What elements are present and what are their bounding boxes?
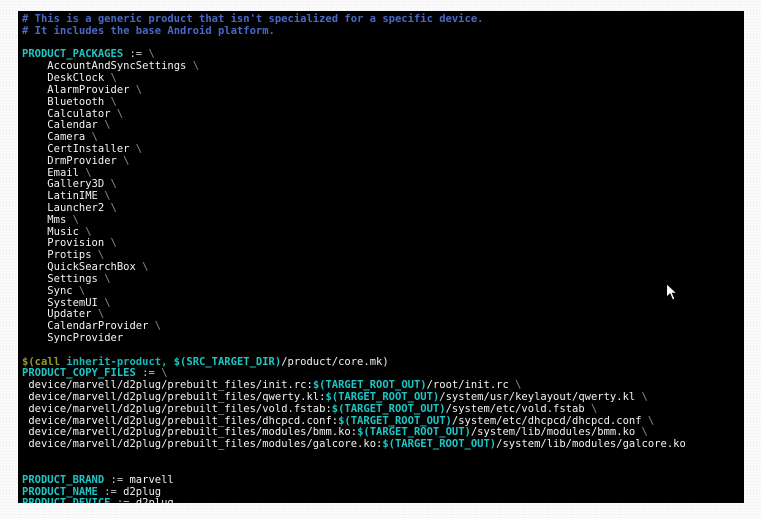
package-item: SyncProvider (47, 331, 124, 344)
package-item: AlarmProvider \ (47, 83, 143, 96)
package-item: LatinIME \ (47, 190, 111, 203)
package-item: Calendar \ (47, 119, 111, 132)
package-item: Gallery3D \ (47, 178, 117, 191)
package-item: CertInstaller \ (47, 142, 143, 155)
package-item: Settings \ (47, 272, 111, 285)
package-item: CalendarProvider \ (47, 320, 162, 333)
package-item: SystemUI \ (47, 296, 111, 309)
package-item: AccountAndSyncSettings \ (47, 60, 200, 73)
package-item: Bluetooth \ (47, 95, 117, 108)
product-property-line: PRODUCT_DEVICE := d2plug (22, 497, 744, 503)
package-item: Mms \ (47, 213, 79, 226)
package-item: Calculator \ (47, 107, 124, 120)
package-item: Launcher2 \ (47, 202, 117, 214)
package-item: Email \ (47, 166, 92, 179)
package-item: Music \ (47, 225, 92, 238)
copy-file-line: device/marvell/d2plug/prebuilt_files/mod… (28, 438, 686, 451)
package-item: Provision \ (47, 237, 117, 250)
package-item: DrmProvider \ (47, 154, 130, 167)
package-item: QuickSearchBox \ (47, 261, 149, 274)
package-item: Sync \ (47, 284, 86, 297)
screenshot-root: # This is a generic product that isn't s… (0, 0, 761, 518)
terminal-window[interactable]: # This is a generic product that isn't s… (18, 11, 744, 503)
makefile-source[interactable]: # This is a generic product that isn't s… (22, 13, 744, 503)
comment-line-1: # It includes the base Android platform. (22, 24, 275, 37)
